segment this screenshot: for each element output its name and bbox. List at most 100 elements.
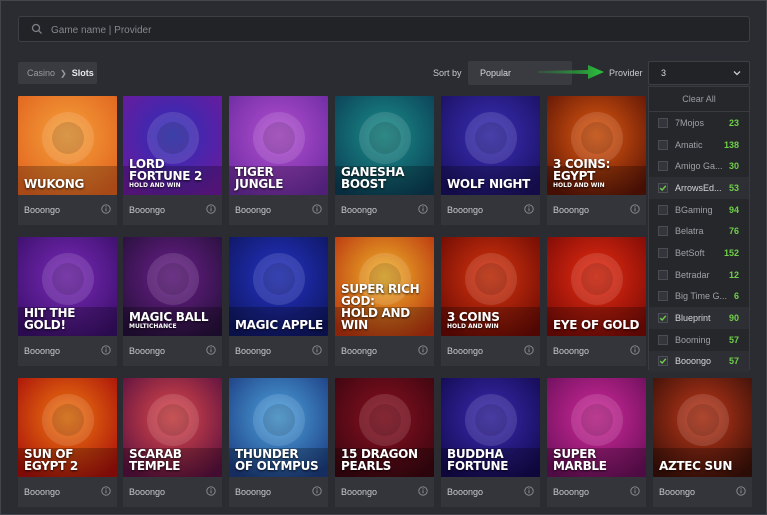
game-thumbnail[interactable]: 3 COINS HOLD AND WIN (441, 237, 540, 336)
provider-option[interactable]: Belatra 76 (649, 220, 749, 242)
sort-label: Sort by (433, 68, 462, 78)
game-card[interactable]: 15 DRAGON PEARLS Booongo (335, 378, 434, 507)
game-thumbnail[interactable]: 3 COINS: EGYPT HOLD AND WIN (547, 96, 646, 195)
info-icon[interactable] (418, 204, 428, 214)
game-card[interactable]: SCARAB TEMPLE Booongo (123, 378, 222, 507)
info-icon[interactable] (101, 345, 111, 355)
game-thumbnail[interactable]: 15 DRAGON PEARLS (335, 378, 434, 477)
game-card[interactable]: LORD FORTUNE 2 HOLD AND WIN Booongo (123, 96, 222, 225)
game-thumbnail[interactable]: SUN OF EGYPT 2 (18, 378, 117, 477)
info-icon[interactable] (312, 204, 322, 214)
clear-all-button[interactable]: Clear All (649, 87, 749, 112)
provider-option[interactable]: Booongo 57 (649, 350, 749, 373)
info-icon[interactable] (101, 486, 111, 496)
info-icon[interactable] (630, 486, 640, 496)
game-meta: Booongo (335, 477, 434, 507)
game-title: HIT THE GOLD! (24, 306, 76, 332)
info-icon[interactable] (312, 486, 322, 496)
checkbox[interactable] (658, 182, 668, 193)
game-thumbnail[interactable]: SUPER MARBLE (547, 378, 646, 477)
info-icon[interactable] (206, 345, 216, 355)
game-thumbnail[interactable]: HIT THE GOLD! (18, 237, 117, 336)
game-thumbnail[interactable]: MAGIC APPLE (229, 237, 328, 336)
game-card[interactable]: MAGIC APPLE Booongo (229, 237, 328, 366)
game-thumbnail[interactable]: GANESHA BOOST (335, 96, 434, 195)
provider-option[interactable]: 7Mojos 23 (649, 112, 749, 134)
game-card[interactable]: WUKONG Booongo (18, 96, 117, 225)
provider-select[interactable]: 3 (648, 61, 750, 85)
checkbox[interactable] (658, 313, 668, 324)
game-card[interactable]: SUPER MARBLE Booongo (547, 378, 646, 507)
game-meta: Booongo (335, 195, 434, 225)
provider-option[interactable]: Betradar 12 (649, 264, 749, 286)
checkbox[interactable] (658, 356, 668, 367)
checkbox[interactable] (658, 226, 668, 237)
game-card[interactable]: THUNDER OF OLYMPUS Booongo (229, 378, 328, 507)
checkbox[interactable] (658, 204, 668, 215)
search-input[interactable] (49, 17, 733, 43)
game-card[interactable]: MAGIC BALL MULTICHANCE Booongo (123, 237, 222, 366)
breadcrumb-casino-link[interactable]: Casino (27, 68, 55, 78)
info-icon[interactable] (524, 345, 534, 355)
checkbox[interactable] (658, 117, 668, 128)
game-card[interactable]: AZTEC SUN Booongo (653, 378, 752, 507)
game-card[interactable]: TIGER JUNGLE Booongo (229, 96, 328, 225)
info-icon[interactable] (524, 486, 534, 496)
game-thumbnail[interactable]: LORD FORTUNE 2 HOLD AND WIN (123, 96, 222, 195)
provider-option[interactable]: BetSoft 152 (649, 242, 749, 264)
provider-option[interactable]: Big Time G... 6 (649, 286, 749, 308)
checkbox[interactable] (658, 161, 668, 172)
provider-option[interactable]: BGaming 94 (649, 199, 749, 221)
info-icon[interactable] (418, 345, 428, 355)
game-title: GANESHA BOOST (341, 165, 405, 191)
info-icon[interactable] (736, 486, 746, 496)
checkbox[interactable] (658, 269, 668, 280)
game-thumbnail[interactable]: SUPER RICH GOD: HOLD AND WIN (335, 237, 434, 336)
checkbox[interactable] (658, 334, 668, 345)
checkbox[interactable] (658, 291, 668, 302)
game-provider: Booongo (553, 487, 590, 497)
info-icon[interactable] (101, 204, 111, 214)
game-provider: Booongo (24, 205, 61, 215)
game-card[interactable]: WOLF NIGHT Booongo (441, 96, 540, 225)
game-thumbnail[interactable]: WUKONG (18, 96, 117, 195)
info-icon[interactable] (630, 345, 640, 355)
game-thumbnail[interactable]: WOLF NIGHT (441, 96, 540, 195)
game-card[interactable]: SUN OF EGYPT 2 Booongo (18, 378, 117, 507)
info-icon[interactable] (524, 204, 534, 214)
provider-option[interactable]: ArrowsEd... 53 (649, 177, 749, 199)
provider-option-name: BGaming (675, 204, 713, 215)
checkbox[interactable] (658, 139, 668, 150)
game-thumbnail[interactable]: THUNDER OF OLYMPUS (229, 378, 328, 477)
game-card[interactable]: HIT THE GOLD! Booongo (18, 237, 117, 366)
game-card[interactable]: BUDDHA FORTUNE Booongo (441, 378, 540, 507)
game-thumbnail[interactable]: EYE OF GOLD (547, 237, 646, 336)
game-card[interactable]: 3 COINS HOLD AND WIN Booongo (441, 237, 540, 366)
checkbox[interactable] (658, 247, 668, 258)
provider-option-count: 6 (733, 291, 739, 302)
provider-option[interactable]: Amatic 138 (649, 134, 749, 156)
game-provider: Booongo (341, 205, 378, 215)
info-icon[interactable] (630, 204, 640, 214)
game-provider: Booongo (24, 487, 61, 497)
game-card[interactable]: SUPER RICH GOD: HOLD AND WIN Booongo (335, 237, 434, 366)
search-bar[interactable] (18, 16, 750, 43)
game-thumbnail[interactable]: SCARAB TEMPLE (123, 378, 222, 477)
game-thumbnail[interactable]: BUDDHA FORTUNE (441, 378, 540, 477)
info-icon[interactable] (206, 204, 216, 214)
provider-option[interactable]: Blueprint 90 (649, 307, 749, 329)
game-title: WOLF NIGHT (447, 177, 531, 191)
info-icon[interactable] (312, 345, 322, 355)
provider-option[interactable]: Amigo Ga... 30 (649, 155, 749, 177)
game-thumbnail[interactable]: AZTEC SUN (653, 378, 752, 477)
game-card[interactable]: GANESHA BOOST Booongo (335, 96, 434, 225)
game-card[interactable]: EYE OF GOLD Booongo (547, 237, 646, 366)
game-thumbnail[interactable]: TIGER JUNGLE (229, 96, 328, 195)
game-provider: Booongo (235, 487, 272, 497)
game-thumbnail[interactable]: MAGIC BALL MULTICHANCE (123, 237, 222, 336)
provider-option-name: Betradar (675, 269, 710, 280)
info-icon[interactable] (206, 486, 216, 496)
game-card[interactable]: 3 COINS: EGYPT HOLD AND WIN Booongo (547, 96, 646, 225)
provider-option[interactable]: Booming 57 (649, 329, 749, 351)
info-icon[interactable] (418, 486, 428, 496)
